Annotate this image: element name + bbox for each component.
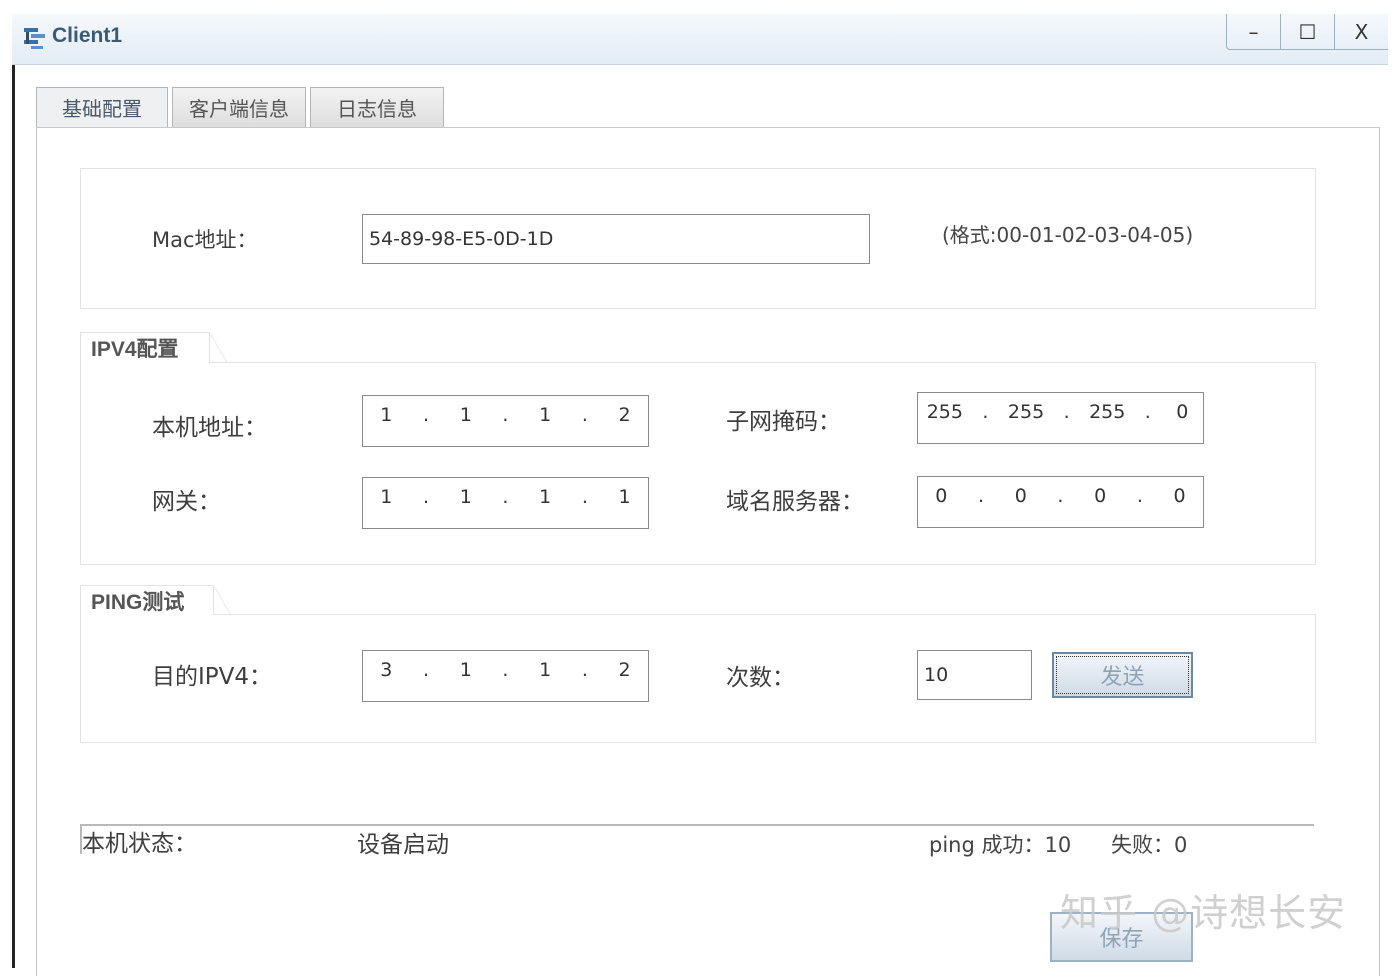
- ip-octet: 2: [618, 659, 631, 681]
- ip-octet: 1: [539, 659, 552, 681]
- ip-dot: .: [502, 659, 509, 681]
- mac-format-hint: (格式:00-01-02-03-04-05): [942, 223, 1194, 247]
- ip-octet: 0: [935, 485, 948, 507]
- mac-address-input[interactable]: 54-89-98-E5-0D-1D: [362, 214, 870, 264]
- dest-ipv4-input[interactable]: 3. 1. 1. 2: [362, 650, 649, 702]
- ip-octet: 1: [380, 404, 393, 426]
- window-left-border: [12, 64, 15, 968]
- window-controls: – ☐ X: [1226, 14, 1388, 50]
- status-label: 本机状态：: [82, 831, 197, 857]
- ip-dot: .: [581, 659, 588, 681]
- ip-octet: 0: [1094, 485, 1107, 507]
- mac-label: Mac地址：: [152, 228, 258, 252]
- ip-octet: 0: [1176, 401, 1189, 423]
- client-app-icon: [24, 28, 45, 49]
- ping-count-input[interactable]: 10: [917, 650, 1032, 700]
- dns-server-input[interactable]: 0. 0. 0. 0: [917, 476, 1204, 528]
- ip-octet: 0: [1014, 485, 1027, 507]
- subnet-mask-label: 子网掩码：: [726, 409, 841, 435]
- ip-dot: .: [1063, 401, 1070, 423]
- ip-dot: .: [423, 486, 430, 508]
- ip-octet: 2: [618, 404, 631, 426]
- close-button[interactable]: X: [1334, 14, 1388, 50]
- tab-basic-config[interactable]: 基础配置: [36, 87, 168, 127]
- window-title: Client1: [52, 24, 123, 47]
- count-label: 次数：: [726, 665, 795, 691]
- send-button[interactable]: 发送: [1052, 652, 1193, 698]
- ip-octet: 255: [926, 401, 963, 423]
- minimize-button[interactable]: –: [1226, 14, 1280, 50]
- status-value: 设备启动: [357, 832, 449, 858]
- ip-dot: .: [982, 401, 989, 423]
- ip-octet: 3: [380, 659, 393, 681]
- ip-dot: .: [581, 404, 588, 426]
- ip-dot: .: [423, 659, 430, 681]
- ipv4-legend: IPV4配置: [80, 332, 227, 363]
- ip-octet: 1: [539, 404, 552, 426]
- ip-octet: 1: [459, 404, 472, 426]
- local-address-label: 本机地址：: [152, 415, 267, 441]
- status-divider: [80, 824, 1314, 826]
- ip-dot: .: [1136, 485, 1143, 507]
- ping-legend: PING测试: [80, 585, 231, 616]
- title-bar[interactable]: Client1 – ☐ X: [12, 14, 1388, 65]
- ip-octet: 1: [539, 486, 552, 508]
- ping-success-count: ping 成功：10: [929, 833, 1072, 857]
- dns-server-label: 域名服务器：: [726, 489, 864, 515]
- ip-dot: .: [978, 485, 985, 507]
- ip-dot: .: [1144, 401, 1151, 423]
- ip-octet: 1: [459, 486, 472, 508]
- tab-log-info[interactable]: 日志信息: [310, 87, 444, 127]
- gateway-input[interactable]: 1. 1. 1. 1: [362, 477, 649, 529]
- ip-octet: 1: [459, 659, 472, 681]
- ip-octet: 1: [618, 486, 631, 508]
- dest-ipv4-label: 目的IPV4：: [152, 664, 273, 690]
- ping-fail-count: 失败：0: [1111, 833, 1188, 857]
- ip-octet: 1: [380, 486, 393, 508]
- ip-octet: 255: [1007, 401, 1045, 423]
- ip-dot: .: [502, 486, 509, 508]
- watermark-text: 知乎 @诗想长安: [1060, 891, 1347, 935]
- ip-dot: .: [581, 486, 588, 508]
- ip-octet: 255: [1089, 401, 1126, 423]
- ip-dot: .: [1057, 485, 1064, 507]
- tab-client-info[interactable]: 客户端信息: [172, 87, 306, 127]
- subnet-mask-input[interactable]: 255. 255. 255. 0: [917, 392, 1204, 444]
- ip-dot: .: [423, 404, 430, 426]
- ip-octet: 0: [1173, 485, 1186, 507]
- local-address-input[interactable]: 1. 1. 1. 2: [362, 395, 649, 447]
- ip-dot: .: [502, 404, 509, 426]
- maximize-button[interactable]: ☐: [1280, 14, 1334, 50]
- gateway-label: 网关：: [152, 489, 221, 515]
